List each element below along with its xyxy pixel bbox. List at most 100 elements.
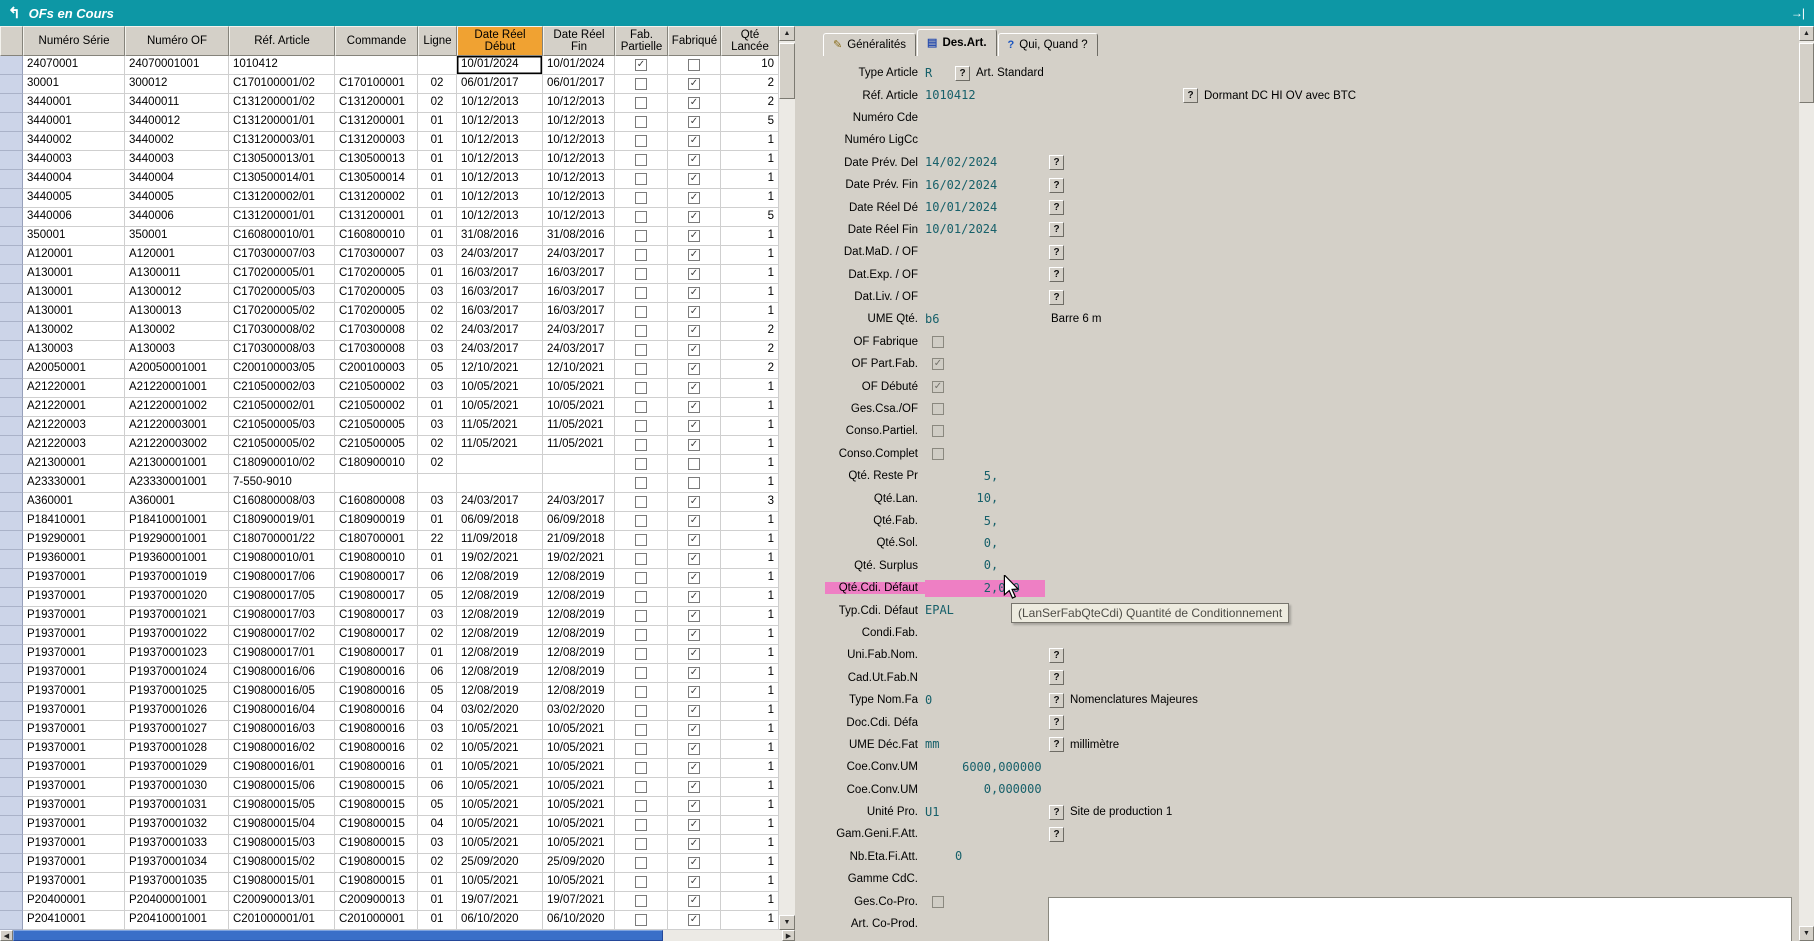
cell-commande[interactable]: C160800010 <box>335 227 418 246</box>
cell-numero-of[interactable]: A1300013 <box>125 303 229 322</box>
panel-vscroll-track[interactable] <box>1799 103 1814 926</box>
row-header[interactable] <box>0 740 23 759</box>
cell-ref-article[interactable]: C190800017/03 <box>229 607 335 626</box>
cell-date-reel-debut[interactable]: 24/03/2017 <box>457 493 543 512</box>
checkbox-fab-partielle[interactable]: ✓ <box>635 59 647 71</box>
cell-numero-serie[interactable]: A20050001 <box>23 360 125 379</box>
field-value-qt-reste-pr[interactable]: 5, <box>925 468 1045 485</box>
goto-end-icon[interactable]: →| <box>1791 6 1806 20</box>
cell-qte-lancee[interactable]: 1 <box>721 550 779 569</box>
checkbox-fabrique[interactable]: ✓ <box>688 116 700 128</box>
cell-fabrique[interactable]: ✓ <box>668 284 721 303</box>
help-button-date-r-el-d[interactable]: ? <box>1049 200 1064 215</box>
cell-ligne[interactable]: 05 <box>418 588 457 607</box>
cell-fabrique[interactable]: ✓ <box>668 645 721 664</box>
cell-numero-serie[interactable]: A130003 <box>23 341 125 360</box>
cell-fabrique[interactable] <box>668 455 721 474</box>
field-value-nb-eta-fi-att[interactable]: 0 <box>925 848 1045 865</box>
row-header[interactable] <box>0 94 23 113</box>
cell-date-reel-fin[interactable]: 31/08/2016 <box>543 227 615 246</box>
checkbox-fab-partielle[interactable] <box>635 800 647 812</box>
cell-commande[interactable]: C180900019 <box>335 512 418 531</box>
cell-fab-partielle[interactable] <box>615 94 668 113</box>
checkbox-fab-partielle[interactable] <box>635 439 647 451</box>
cell-numero-of[interactable]: A21220001002 <box>125 398 229 417</box>
cell-ref-article[interactable]: C131200003/01 <box>229 132 335 151</box>
cell-fabrique[interactable]: ✓ <box>668 778 721 797</box>
cell-fab-partielle[interactable] <box>615 379 668 398</box>
cell-numero-serie[interactable]: 350001 <box>23 227 125 246</box>
checkbox-fab-partielle[interactable] <box>635 230 647 242</box>
cell-ligne[interactable]: 01 <box>418 550 457 569</box>
cell-date-reel-fin[interactable]: 19/02/2021 <box>543 550 615 569</box>
cell-fab-partielle[interactable] <box>615 341 668 360</box>
cell-numero-serie[interactable]: P19370001 <box>23 702 125 721</box>
cell-ligne[interactable]: 01 <box>418 398 457 417</box>
checkbox-fab-partielle[interactable] <box>635 344 647 356</box>
cell-qte-lancee[interactable]: 1 <box>721 740 779 759</box>
cell-numero-of[interactable]: P19370001029 <box>125 759 229 778</box>
cell-date-reel-fin[interactable]: 24/03/2017 <box>543 246 615 265</box>
cell-date-reel-debut[interactable]: 11/05/2021 <box>457 436 543 455</box>
cell-commande[interactable]: C131200001 <box>335 113 418 132</box>
cell-date-reel-debut[interactable]: 12/08/2019 <box>457 645 543 664</box>
cell-commande[interactable] <box>335 56 418 75</box>
cell-ref-article[interactable]: C210500005/02 <box>229 436 335 455</box>
checkbox-fab-partielle[interactable] <box>635 876 647 888</box>
cell-fab-partielle[interactable] <box>615 265 668 284</box>
cell-date-reel-fin[interactable]: 12/10/2021 <box>543 360 615 379</box>
row-header[interactable] <box>0 56 23 75</box>
cell-commande[interactable]: C130500013 <box>335 151 418 170</box>
cell-numero-of[interactable]: 24070001001 <box>125 56 229 75</box>
cell-numero-serie[interactable]: P19370001 <box>23 721 125 740</box>
cell-commande[interactable]: C170200005 <box>335 284 418 303</box>
checkbox-fabrique[interactable]: ✓ <box>688 610 700 622</box>
cell-date-reel-fin[interactable] <box>543 474 615 493</box>
cell-qte-lancee[interactable]: 1 <box>721 398 779 417</box>
checkbox-fab-partielle[interactable] <box>635 610 647 622</box>
grid-hscroll-track[interactable] <box>663 930 782 941</box>
column-header-ref-article[interactable]: Réf. Article <box>229 26 335 56</box>
cell-numero-of[interactable]: A21220003002 <box>125 436 229 455</box>
cell-fab-partielle[interactable] <box>615 569 668 588</box>
cell-commande[interactable]: C170300008 <box>335 322 418 341</box>
cell-qte-lancee[interactable]: 1 <box>721 170 779 189</box>
cell-ligne[interactable]: 03 <box>418 379 457 398</box>
cell-date-reel-debut[interactable]: 10/12/2013 <box>457 132 543 151</box>
checkbox-fab-partielle[interactable] <box>635 648 647 660</box>
cell-ref-article[interactable]: C190800015/01 <box>229 873 335 892</box>
checkbox-fabrique[interactable]: ✓ <box>688 534 700 546</box>
field-value-condi-fab[interactable] <box>925 624 1045 641</box>
cell-fab-partielle[interactable] <box>615 911 668 930</box>
checkbox-ges-co-pro[interactable] <box>932 896 944 908</box>
cell-ligne[interactable]: 01 <box>418 645 457 664</box>
cell-date-reel-debut[interactable]: 11/09/2018 <box>457 531 543 550</box>
checkbox-fabrique[interactable]: ✓ <box>688 724 700 736</box>
cell-commande[interactable]: C190800015 <box>335 778 418 797</box>
cell-date-reel-fin[interactable]: 24/03/2017 <box>543 322 615 341</box>
cell-numero-of[interactable]: P19370001032 <box>125 816 229 835</box>
cell-qte-lancee[interactable]: 2 <box>721 360 779 379</box>
cell-qte-lancee[interactable]: 1 <box>721 645 779 664</box>
cell-ref-article[interactable]: C200100003/05 <box>229 360 335 379</box>
cell-commande[interactable]: C170200005 <box>335 303 418 322</box>
checkbox-fab-partielle[interactable] <box>635 819 647 831</box>
cell-ligne[interactable]: 02 <box>418 75 457 94</box>
cell-fabrique[interactable]: ✓ <box>668 360 721 379</box>
cell-commande[interactable]: C180900010 <box>335 455 418 474</box>
cell-qte-lancee[interactable]: 1 <box>721 189 779 208</box>
checkbox-fabrique[interactable]: ✓ <box>688 135 700 147</box>
cell-ref-article[interactable]: C131200002/01 <box>229 189 335 208</box>
cell-commande[interactable]: C160800008 <box>335 493 418 512</box>
cell-ligne[interactable]: 01 <box>418 873 457 892</box>
row-header[interactable] <box>0 170 23 189</box>
cell-numero-of[interactable]: 3440002 <box>125 132 229 151</box>
cell-fabrique[interactable]: ✓ <box>668 702 721 721</box>
checkbox-fab-partielle[interactable] <box>635 686 647 698</box>
cell-date-reel-debut[interactable]: 10/12/2013 <box>457 170 543 189</box>
cell-numero-serie[interactable]: A130002 <box>23 322 125 341</box>
checkbox-fabrique[interactable]: ✓ <box>688 173 700 185</box>
checkbox-fab-partielle[interactable] <box>635 534 647 546</box>
row-header[interactable] <box>0 892 23 911</box>
cell-date-reel-debut[interactable]: 10/12/2013 <box>457 94 543 113</box>
